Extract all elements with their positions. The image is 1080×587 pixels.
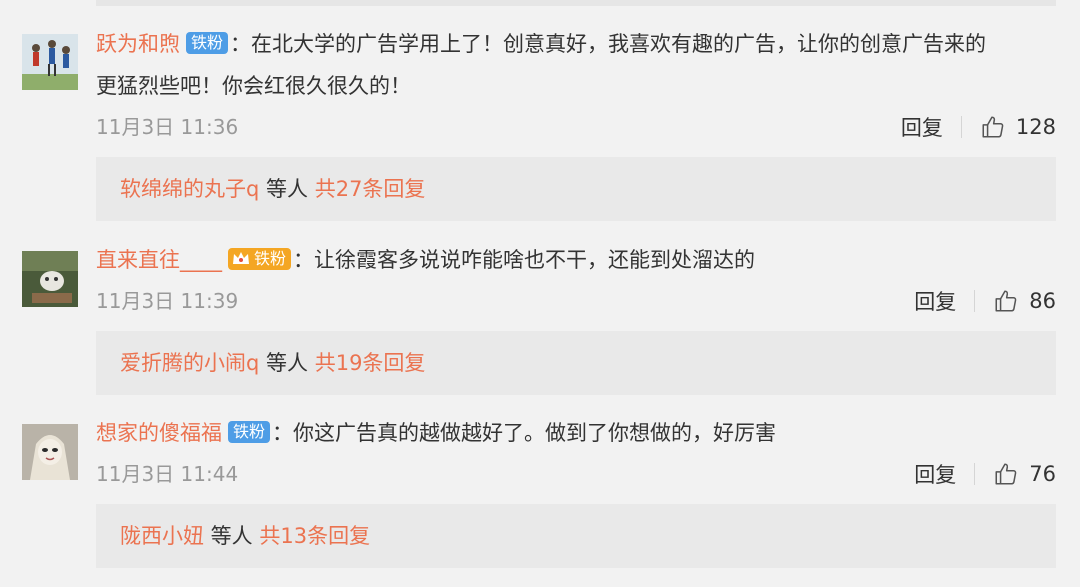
fan-badge[interactable]: 铁粉 xyxy=(228,248,292,270)
divider xyxy=(974,290,976,312)
thumbs-up-icon[interactable] xyxy=(993,288,1019,314)
fan-badge-label: 铁粉 xyxy=(254,249,287,268)
colon: ： xyxy=(293,248,315,272)
avatar[interactable] xyxy=(22,424,78,480)
previous-reply-box-edge xyxy=(96,0,1056,6)
reply-button[interactable]: 回复 xyxy=(914,286,956,316)
comment-username[interactable]: 直来直往____ xyxy=(96,248,222,272)
reply-preview-total[interactable]: 共27条回复 xyxy=(315,177,426,201)
reply-button[interactable]: 回复 xyxy=(914,459,956,489)
crown-icon xyxy=(231,249,251,275)
comment-text: 你这广告真的越做越好了。做到了你想做的，好厉害 xyxy=(293,421,777,445)
fan-badge[interactable]: 铁粉 xyxy=(228,421,271,443)
comment-text-continued: 更猛烈些吧！你会红很久很久的！ xyxy=(96,74,411,98)
reply-preview-mid: 等人 xyxy=(204,524,260,548)
reply-preview[interactable]: 陇西小妞 等人 共13条回复 xyxy=(96,504,1056,568)
reply-preview-user[interactable]: 陇西小妞 xyxy=(120,524,204,548)
reply-button[interactable]: 回复 xyxy=(901,112,943,142)
reply-preview-mid: 等人 xyxy=(259,351,315,375)
colon: ： xyxy=(272,421,294,445)
reply-preview[interactable]: 爱折腾的小闹q 等人 共19条回复 xyxy=(96,331,1056,395)
comment-text: 在北大学的广告学用上了！创意真好，我喜欢有趣的广告，让你的创意广告来的 xyxy=(251,32,987,56)
reply-preview-user[interactable]: 软绵绵的丸子q xyxy=(120,177,259,201)
avatar[interactable] xyxy=(22,34,78,90)
comment-text: 让徐霞客多说说咋能啥也不干，还能到处溜达的 xyxy=(314,248,756,272)
thumbs-up-icon[interactable] xyxy=(980,114,1006,140)
reply-preview-total[interactable]: 共19条回复 xyxy=(315,351,426,375)
reply-preview[interactable]: 软绵绵的丸子q 等人 共27条回复 xyxy=(96,157,1056,221)
reply-preview-mid: 等人 xyxy=(259,177,315,201)
reply-preview-total[interactable]: 共13条回复 xyxy=(259,524,370,548)
comment-time: 11月3日 11:44 xyxy=(96,462,239,486)
comment-actions: 回复 128 xyxy=(901,112,1056,142)
comment-time: 11月3日 11:39 xyxy=(96,289,239,313)
comment-actions: 回复 86 xyxy=(914,286,1056,316)
thumbs-up-icon[interactable] xyxy=(993,461,1019,487)
colon: ： xyxy=(230,32,252,56)
divider xyxy=(960,116,962,138)
fan-badge[interactable]: 铁粉 xyxy=(186,32,229,54)
comment-first-line: 跃为和煦 铁粉 ：在北大学的广告学用上了！创意真好，我喜欢有趣的广告，让你的创意广告… xyxy=(96,29,986,59)
like-count: 76 xyxy=(1029,462,1056,486)
comment-first-line: 直来直往____ 铁粉 ：让徐霞客多说说咋能啥也不干，还能到处溜达的 xyxy=(96,245,755,275)
like-count: 86 xyxy=(1029,289,1056,313)
comment-first-line: 想家的傻福福 铁粉 ：你这广告真的越做越好了。做到了你想做的，好厉害 xyxy=(96,418,776,448)
comment-time: 11月3日 11:36 xyxy=(96,115,239,139)
comment-actions: 回复 76 xyxy=(914,459,1056,489)
avatar[interactable] xyxy=(22,251,78,307)
reply-preview-user[interactable]: 爱折腾的小闹q xyxy=(120,351,259,375)
divider xyxy=(974,463,976,485)
like-count: 128 xyxy=(1015,115,1056,139)
comment-username[interactable]: 跃为和煦 xyxy=(96,32,180,56)
comment-username[interactable]: 想家的傻福福 xyxy=(96,421,222,445)
